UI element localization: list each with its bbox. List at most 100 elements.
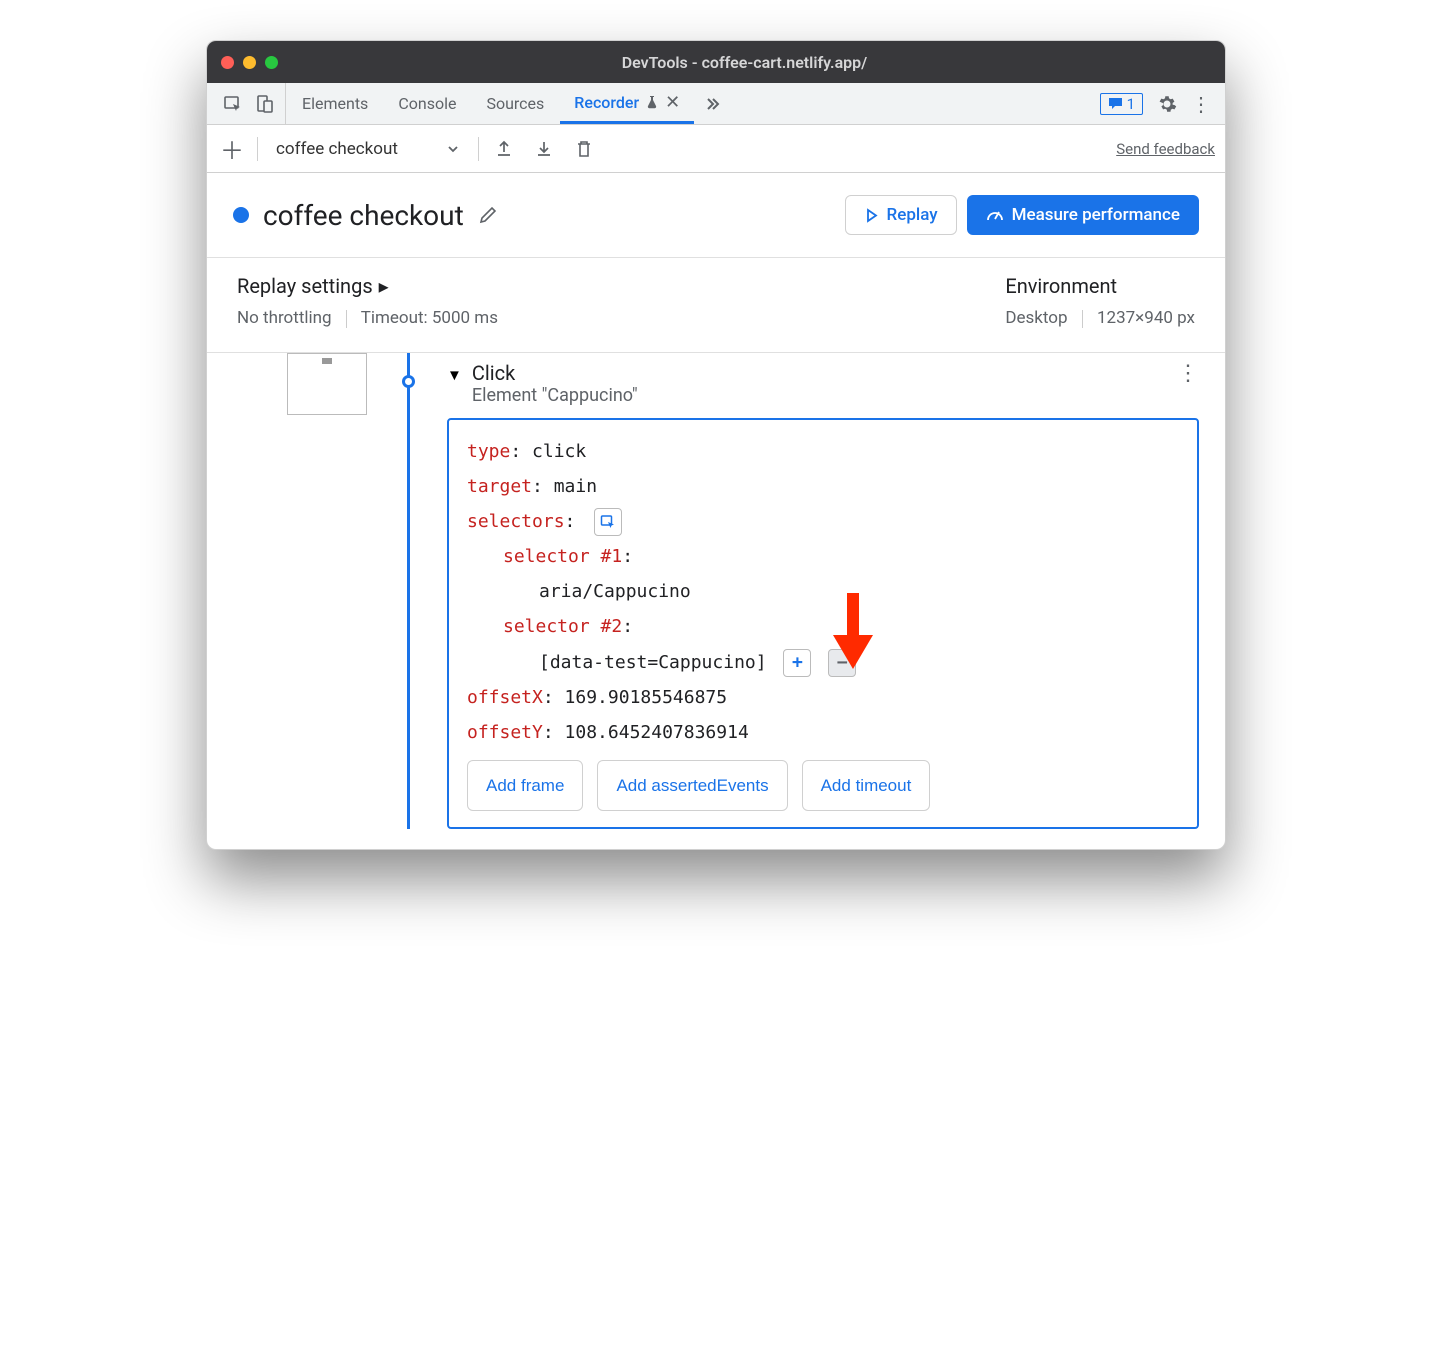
timeline-line xyxy=(407,353,410,829)
selector-1-header[interactable]: selector #1: xyxy=(467,539,1179,574)
prop-target[interactable]: target: main xyxy=(467,469,1179,504)
type-value: click xyxy=(532,441,586,462)
measure-performance-button[interactable]: Measure performance xyxy=(967,195,1199,235)
minimize-window-icon[interactable] xyxy=(243,56,256,69)
selector-2-row: [data-test=Cappucino] + − xyxy=(467,645,1179,680)
edit-title-icon[interactable] xyxy=(478,205,498,225)
dimensions-value: 1237×940 px xyxy=(1097,308,1195,328)
selector-2-value[interactable]: [data-test=Cappucino] xyxy=(539,652,767,673)
tab-recorder-label: Recorder xyxy=(574,93,639,112)
tab-console[interactable]: Console xyxy=(384,83,470,124)
add-selector-button[interactable]: + xyxy=(783,649,811,677)
recording-title: coffee checkout xyxy=(263,199,464,232)
play-icon xyxy=(864,208,879,223)
replay-settings-summary: No throttling Timeout: 5000 ms xyxy=(237,308,498,328)
offsety-value: 108.6452407836914 xyxy=(565,722,749,743)
chevron-right-icon: ▸ xyxy=(379,274,389,298)
environment-label: Environment xyxy=(1005,274,1117,298)
add-frame-button[interactable]: Add frame xyxy=(467,760,583,811)
environment-header: Environment xyxy=(1005,274,1195,298)
sel2-key: selector #2 xyxy=(503,616,622,637)
titlebar: DevTools - coffee-cart.netlify.app/ xyxy=(207,41,1225,83)
offsety-key: offsetY xyxy=(467,722,543,743)
export-icon[interactable] xyxy=(489,134,519,164)
issues-count: 1 xyxy=(1127,95,1135,113)
replay-button[interactable]: Replay xyxy=(845,195,957,235)
target-key: target xyxy=(467,476,532,497)
issues-badge[interactable]: 1 xyxy=(1100,93,1143,115)
replay-label: Replay xyxy=(887,205,938,225)
send-feedback-link[interactable]: Send feedback xyxy=(1116,140,1215,158)
tab-console-label: Console xyxy=(398,94,456,113)
timeline xyxy=(387,353,447,829)
step-details: ▼ Click Element "Cappucino" ⋮ type: clic… xyxy=(447,353,1225,829)
add-timeout-button[interactable]: Add timeout xyxy=(802,760,931,811)
element-picker-icon[interactable] xyxy=(594,508,622,536)
more-menu-icon[interactable]: ⋮ xyxy=(1191,94,1211,114)
delete-icon[interactable] xyxy=(569,134,599,164)
tab-elements-label: Elements xyxy=(302,94,368,113)
step-element-label: Element "Cappucino" xyxy=(472,385,1167,406)
target-value: main xyxy=(554,476,597,497)
type-key: type xyxy=(467,441,510,462)
prop-offsety[interactable]: offsetY: 108.6452407836914 xyxy=(467,715,1179,750)
inspect-controls xyxy=(213,83,286,124)
divider xyxy=(1082,310,1083,328)
settings-icon[interactable] xyxy=(1157,94,1177,114)
step-action: Click xyxy=(472,361,1167,385)
close-tab-icon[interactable]: ✕ xyxy=(665,92,680,113)
offsetx-value: 169.90185546875 xyxy=(565,687,728,708)
replay-settings-label: Replay settings xyxy=(237,274,373,298)
divider xyxy=(478,137,479,161)
window-controls xyxy=(221,56,278,69)
recording-name: coffee checkout xyxy=(276,139,398,159)
selector-2-header[interactable]: selector #2: xyxy=(467,609,1179,644)
sel1-key: selector #1 xyxy=(503,546,622,567)
recording-header: coffee checkout Replay Measure performan… xyxy=(207,173,1225,258)
add-asserted-events-button[interactable]: Add assertedEvents xyxy=(597,760,787,811)
offsetx-key: offsetX xyxy=(467,687,543,708)
more-tabs-icon[interactable] xyxy=(696,83,728,124)
annotation-arrow-icon xyxy=(829,593,877,671)
prop-selectors[interactable]: selectors: xyxy=(467,504,1179,539)
recorder-toolbar: ＋ coffee checkout Send feedback xyxy=(207,125,1225,173)
tab-sources[interactable]: Sources xyxy=(472,83,558,124)
panel-tabs: Elements Console Sources Recorder ✕ 1 ⋮ xyxy=(207,83,1225,125)
steps-panel: ▼ Click Element "Cappucino" ⋮ type: clic… xyxy=(207,353,1225,849)
tab-recorder[interactable]: Recorder ✕ xyxy=(560,83,694,124)
recording-dropdown[interactable]: coffee checkout xyxy=(268,139,468,159)
environment-summary: Desktop 1237×940 px xyxy=(1005,308,1195,328)
settings-info: Replay settings ▸ No throttling Timeout:… xyxy=(207,258,1225,353)
step-action-buttons: Add frame Add assertedEvents Add timeout xyxy=(467,760,1179,811)
prop-type[interactable]: type: click xyxy=(467,434,1179,469)
devtools-window: DevTools - coffee-cart.netlify.app/ Elem… xyxy=(206,40,1226,850)
prop-offsetx[interactable]: offsetX: 169.90185546875 xyxy=(467,680,1179,715)
inspect-element-icon[interactable] xyxy=(219,90,247,118)
timeout-value: Timeout: 5000 ms xyxy=(361,308,498,328)
gauge-icon xyxy=(986,206,1004,224)
zoom-window-icon[interactable] xyxy=(265,56,278,69)
step-editor: type: click target: main selectors: sele… xyxy=(447,418,1199,829)
tab-elements[interactable]: Elements xyxy=(288,83,382,124)
step-more-menu-icon[interactable]: ⋮ xyxy=(1177,361,1199,386)
selectors-key: selectors xyxy=(467,511,565,532)
chevron-down-icon xyxy=(446,142,460,156)
selector-1-value[interactable]: aria/Cappucino xyxy=(467,574,1179,609)
device-toggle-icon[interactable] xyxy=(251,90,279,118)
flask-icon xyxy=(645,95,659,109)
divider xyxy=(346,310,347,328)
measure-label: Measure performance xyxy=(1012,205,1180,225)
window-title: DevTools - coffee-cart.netlify.app/ xyxy=(278,53,1211,72)
import-icon[interactable] xyxy=(529,134,559,164)
close-window-icon[interactable] xyxy=(221,56,234,69)
step-thumbnail[interactable] xyxy=(287,353,367,415)
device-value: Desktop xyxy=(1005,308,1067,328)
add-recording-icon[interactable]: ＋ xyxy=(217,134,247,164)
tab-sources-label: Sources xyxy=(486,94,544,113)
divider xyxy=(257,137,258,161)
chat-icon xyxy=(1108,96,1123,111)
recording-indicator-icon xyxy=(233,207,249,223)
screenshot-column xyxy=(207,353,387,829)
replay-settings-header[interactable]: Replay settings ▸ xyxy=(237,274,498,298)
collapse-step-icon[interactable]: ▼ xyxy=(447,361,462,384)
